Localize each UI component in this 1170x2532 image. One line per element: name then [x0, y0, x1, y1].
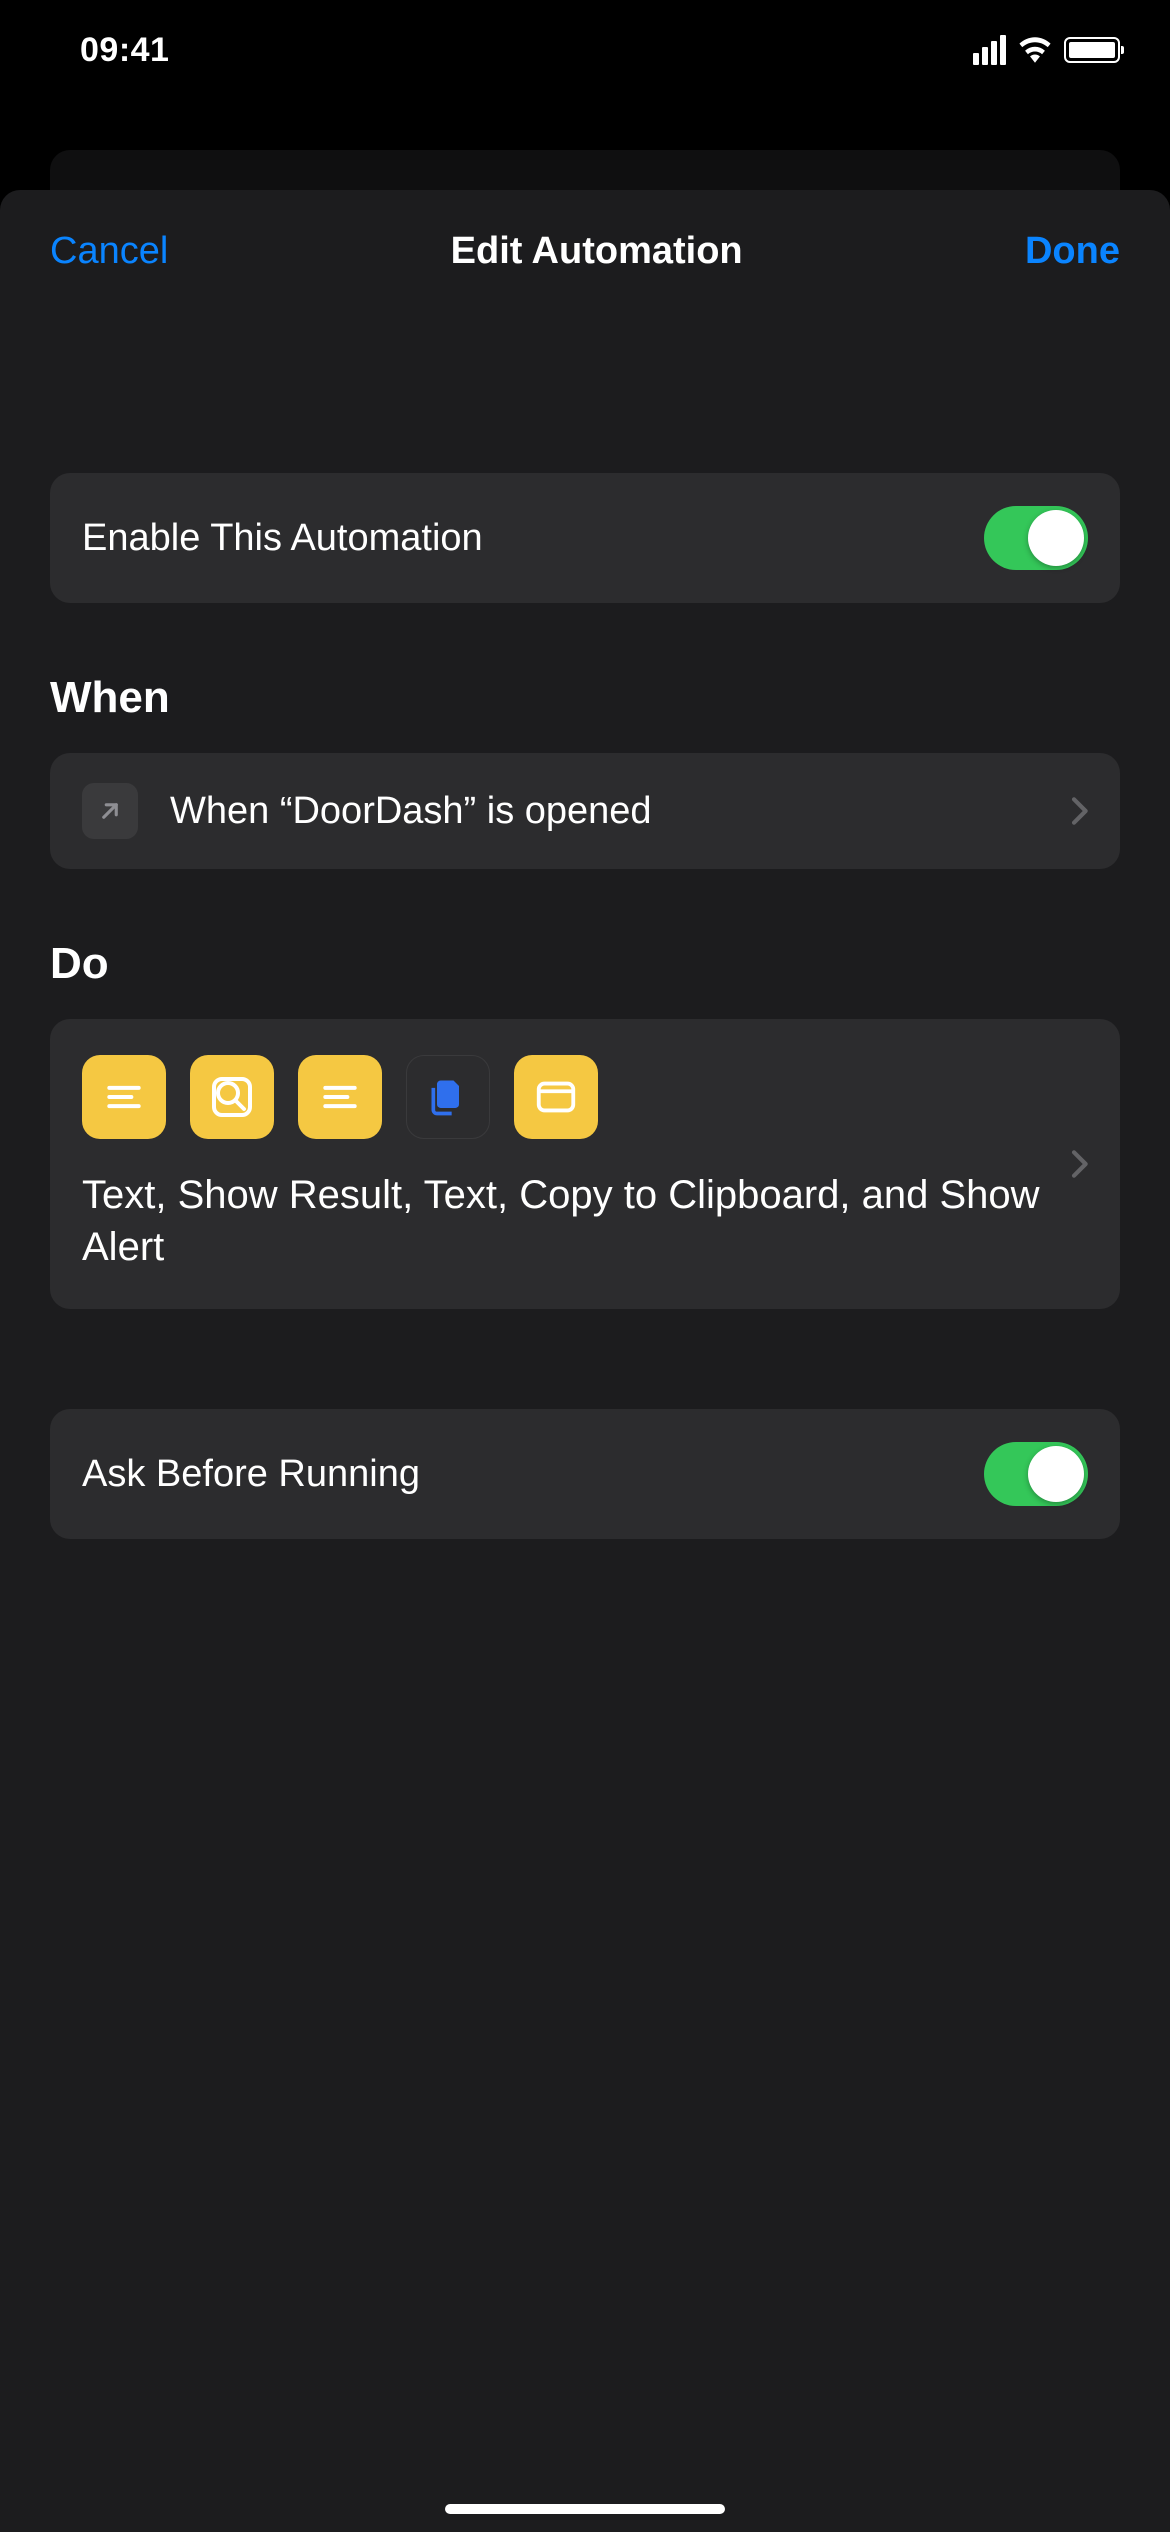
cancel-button[interactable]: Cancel	[50, 230, 168, 273]
ask-before-running-row: Ask Before Running	[50, 1409, 1120, 1539]
enable-automation-row: Enable This Automation	[50, 473, 1120, 603]
home-indicator[interactable]	[445, 2504, 725, 2514]
wifi-icon	[1018, 37, 1052, 63]
chevron-right-icon	[1070, 796, 1088, 826]
nav-bar: Cancel Edit Automation Done	[0, 190, 1170, 303]
open-app-icon	[82, 783, 138, 839]
text-action-icon	[82, 1055, 166, 1139]
status-time: 09:41	[80, 31, 169, 70]
ask-group: Ask Before Running	[50, 1409, 1120, 1539]
trigger-row[interactable]: When “DoorDash” is opened	[50, 753, 1120, 869]
done-button[interactable]: Done	[1025, 230, 1120, 273]
show-alert-action-icon	[514, 1055, 598, 1139]
battery-icon	[1064, 37, 1120, 63]
ask-label: Ask Before Running	[82, 1453, 984, 1496]
enable-group: Enable This Automation	[50, 473, 1120, 603]
actions-summary: Text, Show Result, Text, Copy to Clipboa…	[82, 1169, 1050, 1273]
copy-clipboard-action-icon	[406, 1055, 490, 1139]
edit-automation-sheet: Cancel Edit Automation Done Enable This …	[0, 190, 1170, 2532]
action-icons-row	[82, 1055, 1050, 1139]
when-section-header: When	[50, 673, 1120, 723]
page-title: Edit Automation	[451, 230, 743, 273]
ask-before-running-toggle[interactable]	[984, 1442, 1088, 1506]
status-bar: 09:41	[0, 0, 1170, 100]
enable-label: Enable This Automation	[82, 517, 984, 560]
when-group: When “DoorDash” is opened	[50, 753, 1120, 869]
trigger-text: When “DoorDash” is opened	[170, 790, 1038, 833]
do-group: Text, Show Result, Text, Copy to Clipboa…	[50, 1019, 1120, 1309]
chevron-right-icon	[1070, 1149, 1088, 1179]
enable-automation-toggle[interactable]	[984, 506, 1088, 570]
status-indicators	[973, 35, 1120, 65]
text-action-icon	[298, 1055, 382, 1139]
do-section-header: Do	[50, 939, 1120, 989]
show-result-action-icon	[190, 1055, 274, 1139]
actions-row[interactable]: Text, Show Result, Text, Copy to Clipboa…	[50, 1019, 1120, 1309]
cellular-signal-icon	[973, 35, 1006, 65]
